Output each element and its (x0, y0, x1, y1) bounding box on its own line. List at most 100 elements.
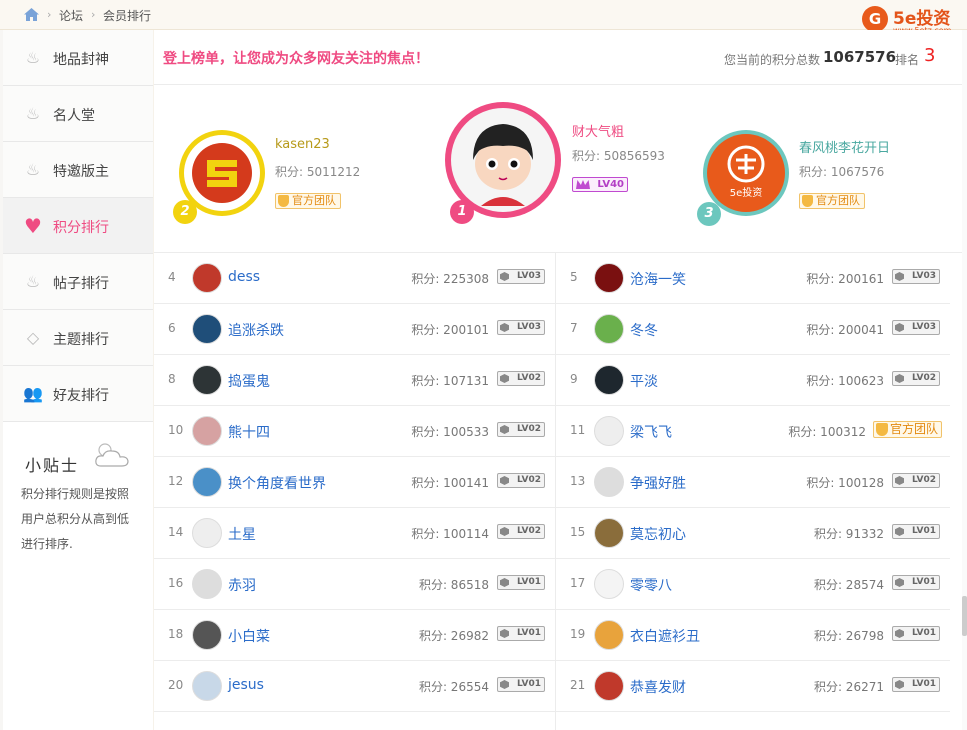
member-name-link[interactable]: jesus (228, 677, 264, 693)
member-name-link[interactable]: 小白菜 (228, 626, 270, 646)
sidebar-item-label: 好友排行 (53, 388, 109, 404)
rank-number: 10 (168, 423, 184, 437)
rank-badge: 2 (173, 200, 197, 224)
avatar[interactable] (594, 518, 624, 548)
main-content: 登上榜单，让您成为众多网友关注的焦点！ 您当前的积分总数 1067576 排名 … (154, 30, 962, 730)
avatar[interactable] (594, 365, 624, 395)
flame-icon: ♨ (25, 272, 41, 291)
level-badge: LV01 (892, 677, 940, 692)
sidebar-item-topic-ranking[interactable]: ◇ 主题排行 (3, 310, 153, 366)
level-badge: LV01 (497, 677, 545, 692)
rank-number: 20 (168, 678, 184, 692)
rank-number: 8 (168, 372, 176, 386)
podium-name[interactable]: 春风桃李花开日 (799, 137, 890, 156)
level-badge: LV01 (892, 626, 940, 641)
member-score: 积分: 100141 (411, 476, 489, 490)
ranking-row: 18 小白菜 积分: 26982 LV01 (154, 610, 555, 661)
rank-number: 12 (168, 474, 184, 488)
member-name-link[interactable]: dess (228, 269, 260, 285)
sidebar-item-label: 地品封神 (53, 52, 109, 68)
tips-title: 小贴士 (25, 456, 80, 475)
podium-score: 积分: 50856593 (572, 149, 665, 163)
member-score: 积分: 100312 (788, 425, 866, 439)
podium-name[interactable]: kasen23 (275, 137, 330, 152)
rank-number: 15 (570, 525, 586, 539)
flame-icon: ♨ (25, 48, 41, 67)
avatar[interactable] (192, 365, 222, 395)
member-name-link[interactable]: 平淡 (630, 371, 658, 391)
avatar[interactable] (594, 620, 624, 650)
home-icon[interactable] (24, 8, 39, 21)
flame-icon: ♨ (25, 104, 41, 123)
member-name-link[interactable]: 零零八 (630, 575, 672, 595)
level-badge: LV02 (892, 371, 940, 386)
breadcrumb-ranking[interactable]: 会员排行 (103, 7, 151, 24)
avatar[interactable] (594, 671, 624, 701)
avatar[interactable] (192, 467, 222, 497)
sidebar-item-friend-ranking[interactable]: 👥 好友排行 (3, 366, 153, 422)
avatar[interactable] (192, 263, 222, 293)
official-team-badge: 官方团队 (872, 421, 942, 438)
member-score: 积分: 26798 (813, 629, 884, 643)
my-rank-label: 排名 (895, 53, 920, 67)
rank-number: 6 (168, 321, 176, 335)
breadcrumb-forum[interactable]: 论坛 (59, 7, 83, 24)
member-name-link[interactable]: 衣白遮衫丑 (630, 626, 700, 646)
member-score: 积分: 26554 (418, 680, 489, 694)
avatar[interactable] (594, 263, 624, 293)
member-name-link[interactable]: 梁飞飞 (630, 422, 672, 442)
avatar[interactable] (192, 569, 222, 599)
svg-text:5e投资: 5e投资 (730, 186, 763, 199)
member-score: 积分: 100128 (806, 476, 884, 490)
sidebar-item-points-ranking[interactable]: ♥ 积分排行 (3, 198, 153, 254)
member-name-link[interactable]: 土星 (228, 524, 256, 544)
rank-number: 19 (570, 627, 586, 641)
avatar[interactable] (192, 314, 222, 344)
member-name-link[interactable]: 捣蛋鬼 (228, 371, 270, 391)
avatar[interactable]: 5e投资 (703, 130, 789, 216)
sidebar-item-post-ranking[interactable]: ♨ 帖子排行 (3, 254, 153, 310)
avatar[interactable] (594, 314, 624, 344)
avatar[interactable] (192, 620, 222, 650)
rank-number: 16 (168, 576, 184, 590)
podium-name[interactable]: 财大气粗 (572, 121, 624, 140)
logo-emblem-icon: G (862, 6, 888, 32)
member-name-link[interactable]: 沧海一笑 (630, 269, 686, 289)
member-name-link[interactable]: 莫忘初心 (630, 524, 686, 544)
member-name-link[interactable]: 赤羽 (228, 575, 256, 595)
member-score: 积分: 28574 (813, 578, 884, 592)
official-team-badge: 官方团队 (799, 193, 865, 209)
level-badge: LV02 (497, 524, 545, 539)
sidebar-item-moderators[interactable]: ♨ 特邀版主 (3, 142, 153, 198)
cloud-sun-icon (95, 443, 129, 467)
sidebar-item-label: 帖子排行 (53, 276, 109, 292)
level-badge: LV03 (497, 320, 545, 335)
member-score: 积分: 91332 (813, 527, 884, 541)
ranking-row: 13 争强好胜 积分: 100128 LV02 (556, 457, 950, 508)
member-name-link[interactable]: 冬冬 (630, 320, 658, 340)
sidebar: ♨ 地品封神 ♨ 名人堂 ♨ 特邀版主 ♥ 积分排行 ♨ 帖子排行 ◇ 主题排行… (0, 30, 153, 730)
level-badge: LV01 (892, 575, 940, 590)
member-name-link[interactable]: 熊十四 (228, 422, 270, 442)
avatar[interactable] (192, 518, 222, 548)
member-score: 积分: 100114 (411, 527, 489, 541)
scrollbar-thumb[interactable] (962, 596, 967, 636)
avatar[interactable] (192, 416, 222, 446)
avatar[interactable] (594, 569, 624, 599)
avatar[interactable] (192, 671, 222, 701)
avatar[interactable] (594, 467, 624, 497)
member-name-link[interactable]: 恭喜发财 (630, 677, 686, 697)
scrollbar[interactable] (962, 30, 967, 730)
rank-number: 4 (168, 270, 176, 284)
member-name-link[interactable]: 争强好胜 (630, 473, 686, 493)
level-badge: LV03 (892, 269, 940, 284)
sidebar-item-fengshen[interactable]: ♨ 地品封神 (3, 30, 153, 86)
avatar[interactable] (594, 416, 624, 446)
sidebar-item-hall-of-fame[interactable]: ♨ 名人堂 (3, 86, 153, 142)
member-name-link[interactable]: 追涨杀跌 (228, 320, 284, 340)
member-score: 积分: 26271 (813, 680, 884, 694)
member-name-link[interactable]: 换个角度看世界 (228, 473, 326, 493)
ranking-row: 10 熊十四 积分: 100533 LV02 (154, 406, 555, 457)
my-rank-value: 3 (924, 45, 936, 66)
my-score-value: 1067576 (823, 48, 897, 66)
